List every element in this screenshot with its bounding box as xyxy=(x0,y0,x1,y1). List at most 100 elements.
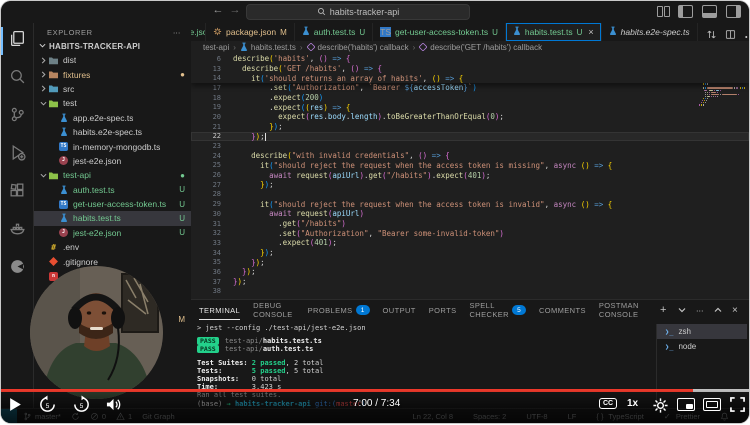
git-status: U xyxy=(577,28,583,37)
more-icon[interactable]: ⋯ xyxy=(696,306,705,315)
svg-text:5: 5 xyxy=(45,402,49,409)
chevron-down-icon xyxy=(39,42,46,51)
flask-icon xyxy=(513,26,521,38)
tab-get-user-access-token.ts[interactable]: TSget-user-access-token.tsU xyxy=(373,23,506,41)
code-line-22: 22 }); xyxy=(191,132,749,142)
sidebar-item-jest-e2e.json[interactable]: Jjest-e2e.json xyxy=(33,154,191,168)
activitybar-docker[interactable] xyxy=(1,219,33,243)
svg-text:5: 5 xyxy=(79,402,83,409)
code-line-17: 17 .set("Authorization", `Bearer ${acces… xyxy=(191,83,749,93)
file-label: get-user-access-token.ts xyxy=(73,199,166,209)
volume-icon[interactable] xyxy=(104,396,122,412)
forward-icon[interactable]: → xyxy=(228,4,242,16)
panel-tab-debug-console[interactable]: DEBUG CONSOLE xyxy=(253,300,295,320)
customize-layout-icon[interactable] xyxy=(656,5,669,16)
more-actions-icon[interactable]: ⋯ xyxy=(173,28,181,37)
sidebar-item-test[interactable]: test xyxy=(33,96,191,110)
code-line-32: 32 .set("Authorization", "Bearer some-in… xyxy=(191,228,749,238)
chevron-up-icon[interactable] xyxy=(714,306,723,315)
activitybar-custom-extension[interactable] xyxy=(1,257,33,281)
file-label: app.e2e-spec.ts xyxy=(73,113,133,123)
code-editor[interactable]: 6describe('habits', () => {13 describe('… xyxy=(191,54,749,299)
sidebar-item-app.e2e-spec.ts[interactable]: app.e2e-spec.ts xyxy=(33,111,191,125)
more-icon[interactable]: ⋯ xyxy=(744,27,749,38)
code-line-38: 38 xyxy=(191,287,749,297)
activitybar-run-debug[interactable] xyxy=(1,143,33,167)
panel-tab-terminal[interactable]: TERMINAL xyxy=(199,300,240,320)
workspace-root-folder[interactable]: HABITS-TRACKER-API xyxy=(33,40,191,53)
activitybar-explorer[interactable] xyxy=(1,29,33,53)
git-status: U xyxy=(492,28,498,37)
sidebar-item-dist[interactable]: dist xyxy=(33,53,191,67)
sidebar-item-.gitignore[interactable]: .gitignore xyxy=(33,254,191,268)
toggle-secondary-sidebar-icon[interactable] xyxy=(726,5,741,18)
command-center-search[interactable]: habits-tracker-api xyxy=(246,4,470,20)
panel-tab-bar: TERMINAL DEBUG CONSOLE PROBLEMS1 OUTPUT PORT… xyxy=(191,300,749,320)
toggle-primary-sidebar-icon[interactable] xyxy=(678,5,693,18)
jest-icon: J xyxy=(58,228,69,237)
panel-tab-output[interactable]: OUTPUT xyxy=(383,300,416,320)
rewind-5-icon[interactable]: 5 xyxy=(37,394,57,414)
panel-tab-comments[interactable]: COMMENTS xyxy=(539,300,586,320)
file-label: jest-e2e.json xyxy=(73,228,121,238)
sidebar-item-.env[interactable]: #.env xyxy=(33,240,191,254)
flask-icon xyxy=(240,42,248,54)
breadcrumb-item[interactable]: describe('habits') callback xyxy=(307,43,409,53)
file-label: test xyxy=(63,98,77,108)
panel-tab-ports[interactable]: PORTS xyxy=(429,300,457,320)
sidebar-item-get-user-access-token.ts[interactable]: TSget-user-access-token.tsU xyxy=(33,197,191,211)
maximize-window-button[interactable] xyxy=(41,8,49,16)
sidebar-item-fixtures[interactable]: fixtures● xyxy=(33,67,191,81)
sticky-scroll: 6describe('habits', () => {13 describe('… xyxy=(191,54,749,83)
terminal-session-zsh[interactable]: ❯_zsh xyxy=(657,324,747,339)
tab-habits.test.ts[interactable]: habits.test.tsU× xyxy=(506,23,602,41)
panel-tab-spell-checker[interactable]: SPELL CHECKER5 xyxy=(469,300,525,320)
tab-package.json[interactable]: package.jsonM xyxy=(206,23,295,41)
sidebar-item-habits.e2e-spec.ts[interactable]: habits.e2e-spec.ts xyxy=(33,125,191,139)
minimize-window-button[interactable] xyxy=(27,8,35,16)
close-window-button[interactable] xyxy=(13,8,21,16)
playback-speed-button[interactable]: 1x xyxy=(627,398,638,409)
fullscreen-icon[interactable] xyxy=(729,396,745,412)
chevron-right-icon xyxy=(39,57,48,64)
split-editor-icon[interactable] xyxy=(725,27,736,38)
tab-auth.test.ts[interactable]: auth.test.tsU xyxy=(295,23,373,41)
activitybar-extensions[interactable] xyxy=(1,181,33,205)
tab-jest-e2e.json[interactable]: Jjest-e2e.jsonU xyxy=(191,23,206,41)
activitybar-source-control[interactable] xyxy=(1,105,33,129)
play-icon[interactable] xyxy=(7,395,23,413)
pip-icon[interactable] xyxy=(677,398,695,411)
breadcrumb-item[interactable]: test-api xyxy=(203,43,229,52)
terminal-session-node[interactable]: ❯_node xyxy=(657,339,747,354)
sidebar-item-jest-e2e.json[interactable]: Jjest-e2e.jsonU xyxy=(33,226,191,240)
breadcrumb-item[interactable]: describe('GET /habits') callback xyxy=(419,43,542,53)
breadcrumb-separator: › xyxy=(300,43,303,52)
panel-tab-postman-console[interactable]: POSTMAN CONSOLE xyxy=(599,300,647,320)
gear-icon xyxy=(213,27,222,38)
activitybar-search[interactable] xyxy=(1,67,33,91)
add-icon[interactable]: + xyxy=(660,306,669,315)
sidebar-item-in-memory-mongodb.ts[interactable]: TSin-memory-mongodb.ts xyxy=(33,139,191,153)
settings-gear-icon[interactable] xyxy=(651,396,669,414)
theater-mode-icon[interactable] xyxy=(703,398,721,411)
toggle-panel-icon[interactable] xyxy=(702,5,717,18)
code-line-37: 37}); xyxy=(191,277,749,287)
sidebar-item-src[interactable]: src xyxy=(33,82,191,96)
file-label: dist xyxy=(63,55,76,65)
close-tab-icon[interactable]: × xyxy=(588,27,593,37)
code-line-26: 26 await request(apiUrl).get("/habits").… xyxy=(191,170,749,180)
sidebar-item-auth.test.ts[interactable]: auth.test.tsU xyxy=(33,183,191,197)
back-icon[interactable]: ← xyxy=(211,4,225,16)
file-label: habits.test.ts xyxy=(73,213,121,223)
sidebar-item-test-api[interactable]: test-api● xyxy=(33,168,191,182)
tab-habits.e2e-spec.ts[interactable]: habits.e2e-spec.ts xyxy=(602,23,698,41)
chevron-down-icon[interactable] xyxy=(678,306,687,315)
captions-icon[interactable]: CC xyxy=(599,398,617,409)
sidebar-item-habits.test.ts[interactable]: habits.test.tsU xyxy=(33,211,191,225)
file-label: test-api xyxy=(63,170,91,180)
compare-icon[interactable] xyxy=(706,27,717,38)
breadcrumb-item[interactable]: habits.test.ts xyxy=(240,42,296,54)
panel-tab-problems[interactable]: PROBLEMS1 xyxy=(308,300,370,320)
close-icon[interactable]: × xyxy=(732,306,741,315)
forward-5-icon[interactable]: 5 xyxy=(71,394,91,414)
